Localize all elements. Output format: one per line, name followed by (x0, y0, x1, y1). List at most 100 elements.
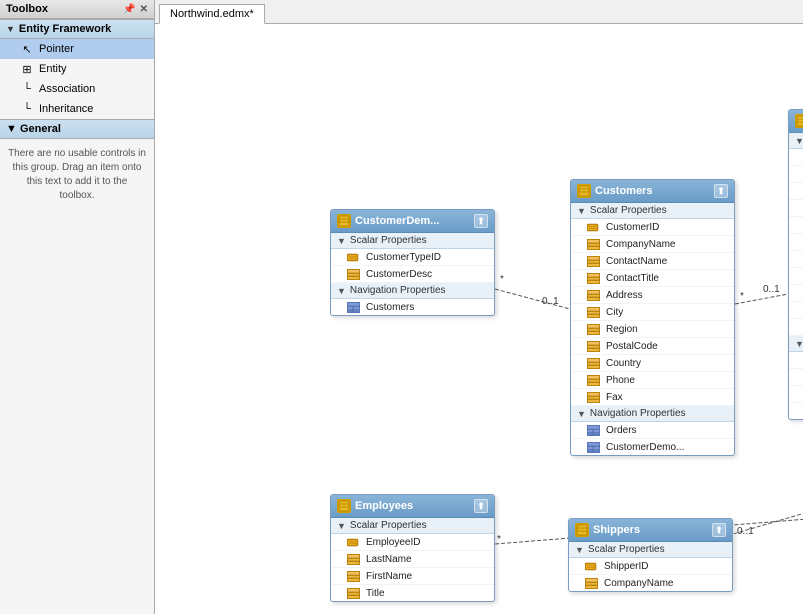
scalar-prop-customers-10: Fax (571, 389, 734, 406)
nav-section-header-orders[interactable]: ▼Navigation Properties (789, 336, 803, 352)
scalar-prop-customers-3: ContactTitle (571, 270, 734, 287)
entity-collapse-btn-customers[interactable]: ⬆ (714, 184, 728, 198)
scalar-section-header-employees[interactable]: ▼Scalar Properties (331, 518, 494, 534)
scalar-prop-label-employees-1: LastName (366, 554, 412, 565)
scalar-prop-employees-2: FirstName (331, 568, 494, 585)
toolbox-section-general[interactable]: ▼ General (0, 119, 154, 139)
entity-header-orders[interactable]: Orders⬆ (789, 110, 803, 133)
toolbox-item-pointer[interactable]: ↖ Pointer (0, 39, 154, 59)
toolbox-section-entity-framework[interactable]: ▼ Entity Framework (0, 19, 154, 39)
tab-northwind-label: Northwind.edmx* (170, 8, 254, 20)
entity-box-employees[interactable]: Employees⬆▼Scalar Properties EmployeeID … (330, 494, 495, 602)
svg-text:0..1: 0..1 (737, 526, 754, 537)
entity-title-shippers: Shippers (593, 524, 640, 536)
nav-toggle-orders: ▼ (795, 339, 803, 349)
nav-section-header-customerdem[interactable]: ▼ Navigation Properties (331, 283, 494, 299)
toolbox-titlebar: Toolbox 📌 ✕ (0, 0, 154, 19)
scalar-prop-label-customerdem-1: CustomerDesc (366, 269, 432, 280)
scalar-prop-orders-0: OrderID (789, 149, 803, 166)
nav-prop-orders-2: Order_Details (789, 386, 803, 403)
scalar-prop-customers-1: CompanyName (571, 236, 734, 253)
entity-box-orders[interactable]: Orders⬆▼Scalar Properties OrderID OrderD… (788, 109, 803, 420)
scalar-prop-label-customers-7: PostalCode (606, 341, 658, 352)
nav-prop-label-customers-0: Orders (606, 425, 637, 436)
scalar-prop-orders-7: ShipCity (789, 268, 803, 285)
entity-header-customerdem[interactable]: CustomerDem... ⬆ (331, 210, 494, 233)
scalar-prop-label-customers-2: ContactName (606, 256, 667, 267)
scalar-prop-customerdem-0: CustomerTypeID (331, 249, 494, 266)
entity-header-employees[interactable]: Employees ⬆ (331, 495, 494, 518)
svg-text:*: * (740, 291, 744, 302)
entity-collapse-btn-customerdem[interactable]: ⬆ (474, 214, 488, 228)
association-icon: └ (20, 82, 34, 96)
scalar-prop-label-employees-2: FirstName (366, 571, 412, 582)
entity-title-customerdem: CustomerDem... (355, 215, 439, 227)
scalar-prop-label-shippers-1: CompanyName (604, 578, 673, 589)
scalar-prop-customers-4: Address (571, 287, 734, 304)
nav-prop-orders-1: Employees (789, 369, 803, 386)
entity-title-customers: Customers (595, 185, 652, 197)
toolbox-item-association[interactable]: └ Association (0, 79, 154, 99)
nav-section-header-customers[interactable]: ▼Navigation Properties (571, 406, 734, 422)
scalar-prop-label-customerdem-0: CustomerTypeID (366, 252, 441, 263)
scalar-prop-label-shippers-0: ShipperID (604, 561, 648, 572)
entity-header-customers[interactable]: Customers ⬆ (571, 180, 734, 203)
scalar-prop-customers-5: City (571, 304, 734, 321)
scalar-section-header-customers[interactable]: ▼Scalar Properties (571, 203, 734, 219)
scalar-prop-customerdem-1: CustomerDesc (331, 266, 494, 283)
scalar-prop-label-customers-9: Phone (606, 375, 635, 386)
entity-header-shippers[interactable]: Shippers ⬆ (569, 519, 732, 542)
scalar-section-header-customerdem[interactable]: ▼Scalar Properties (331, 233, 494, 249)
scalar-toggle-shippers: ▼ (575, 545, 584, 555)
nav-section-label-customerdem: Navigation Properties (350, 285, 446, 296)
nav-toggle-customerdem: ▼ (337, 286, 346, 296)
toolbox-item-inheritance-label: Inheritance (39, 103, 93, 115)
scalar-prop-label-employees-3: Title (366, 588, 385, 599)
scalar-prop-orders-2: RequiredDate (789, 183, 803, 200)
entity-collapse-btn-employees[interactable]: ⬆ (474, 499, 488, 513)
toolbox-item-inheritance[interactable]: └ Inheritance (0, 99, 154, 119)
entity-box-customerdem[interactable]: CustomerDem... ⬆ ▼Scalar Properties Custom… (330, 209, 495, 316)
scalar-prop-orders-5: ShipName (789, 234, 803, 251)
nav-prop-label-customerdem-0: Customers (366, 302, 414, 313)
scalar-prop-employees-3: Title (331, 585, 494, 601)
svg-text:*: * (500, 274, 504, 285)
scalar-prop-orders-8: ShipRegion (789, 285, 803, 302)
svg-text:*: * (497, 534, 501, 545)
scalar-section-header-shippers[interactable]: ▼ Scalar Properties (569, 542, 732, 558)
toolbox: Toolbox 📌 ✕ ▼ Entity Framework ↖ Pointer… (0, 0, 155, 614)
toolbox-item-entity-label: Entity (39, 63, 67, 75)
scalar-toggle-customers: ▼ (577, 206, 586, 216)
tab-northwind[interactable]: Northwind.edmx* (159, 4, 265, 24)
scalar-prop-label-customers-1: CompanyName (606, 239, 675, 250)
entity-box-shippers[interactable]: Shippers ⬆ ▼ Scalar Properties ShipperID Co… (568, 518, 733, 592)
section-entity-framework-label: Entity Framework (19, 23, 111, 35)
scalar-prop-label-customers-4: Address (606, 290, 643, 301)
nav-toggle-customers: ▼ (577, 409, 586, 419)
entity-icon: ⊞ (20, 62, 34, 76)
scalar-prop-label-customers-8: Country (606, 358, 641, 369)
entity-title-employees: Employees (355, 500, 413, 512)
entity-collapse-btn-shippers[interactable]: ⬆ (712, 523, 726, 537)
scalar-prop-orders-3: ShippedDate (789, 200, 803, 217)
toolbox-close-icon[interactable]: ✕ (140, 4, 148, 15)
scalar-toggle-employees: ▼ (337, 521, 346, 531)
canvas[interactable]: * 0..1 * 0..1 1 * 0..1 * * CustomerDem..… (155, 24, 803, 614)
scalar-prop-orders-6: ShipAddress (789, 251, 803, 268)
nav-prop-customerdem-0: Customers (331, 299, 494, 315)
scalar-toggle-orders: ▼ (795, 136, 803, 146)
main-area: Northwind.edmx* * 0..1 * 0..1 1 * 0..1 * (155, 0, 803, 614)
section-toggle-icon: ▼ (6, 24, 15, 34)
toolbox-item-association-label: Association (39, 83, 95, 95)
scalar-section-header-orders[interactable]: ▼Scalar Properties (789, 133, 803, 149)
nav-prop-customers-0: Orders (571, 422, 734, 439)
scalar-toggle-customerdem: ▼ (337, 236, 346, 246)
toolbox-item-pointer-label: Pointer (39, 43, 74, 55)
toolbox-item-entity[interactable]: ⊞ Entity (0, 59, 154, 79)
toolbox-pin-icon[interactable]: 📌 (123, 4, 135, 15)
scalar-section-label-shippers: Scalar Properties (588, 544, 665, 555)
entity-box-customers[interactable]: Customers⬆▼Scalar Properties CustomerID … (570, 179, 735, 456)
pointer-icon: ↖ (20, 42, 34, 56)
nav-prop-customers-1: CustomerDemo... (571, 439, 734, 455)
scalar-prop-employees-1: LastName (331, 551, 494, 568)
